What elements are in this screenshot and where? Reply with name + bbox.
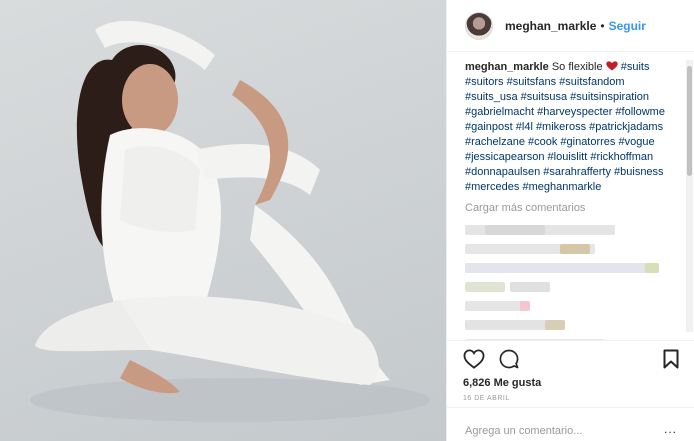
blurred-comment	[465, 301, 673, 311]
photo-illustration	[30, 20, 430, 422]
post-sidebar: meghan_markle • Seguir meghan_markle So …	[446, 0, 694, 441]
caption-text: So flexible	[551, 61, 603, 73]
blurred-comment	[465, 320, 673, 330]
comments-list: meghan_markle So flexible #suits #suitor…	[465, 60, 673, 340]
blurred-comment	[465, 225, 673, 235]
blurred-comment	[465, 282, 673, 292]
load-more-comments[interactable]: Cargar más comentarios	[465, 201, 673, 216]
header-username[interactable]: meghan_markle	[505, 19, 596, 33]
scrollbar-thumb[interactable]	[687, 66, 692, 176]
likes-count[interactable]: 6,826 Me gusta	[463, 377, 679, 389]
red-heart-emoji-icon	[605, 61, 618, 71]
separator-dot: •	[600, 18, 605, 33]
post-photo[interactable]	[0, 0, 446, 441]
avatar[interactable]	[465, 11, 493, 40]
caption-username[interactable]: meghan_markle	[465, 61, 549, 73]
instagram-post: meghan_markle • Seguir meghan_markle So …	[0, 0, 694, 441]
follow-button[interactable]: Seguir	[609, 19, 646, 33]
add-comment-bar: ...	[447, 407, 694, 441]
post-header: meghan_markle • Seguir	[447, 0, 694, 52]
caption: meghan_markle So flexible #suits #suitor…	[465, 60, 673, 195]
caption-hashtags[interactable]: #suits #suitors #suitsfans #suitsfandom …	[465, 61, 665, 193]
post-date[interactable]: 16 DE ABRIL	[463, 395, 679, 402]
bookmark-icon[interactable]	[663, 349, 679, 369]
more-options-button[interactable]: ...	[664, 422, 677, 436]
comments-scrollbar[interactable]	[686, 60, 693, 332]
comment-input[interactable]	[465, 424, 655, 437]
action-icons	[463, 347, 679, 371]
heart-icon[interactable]	[463, 349, 485, 369]
blurred-comment	[465, 263, 673, 273]
post-actions: 6,826 Me gusta 16 DE ABRIL	[447, 340, 694, 402]
comment-icon[interactable]	[499, 349, 519, 369]
blurred-comment	[465, 244, 673, 254]
